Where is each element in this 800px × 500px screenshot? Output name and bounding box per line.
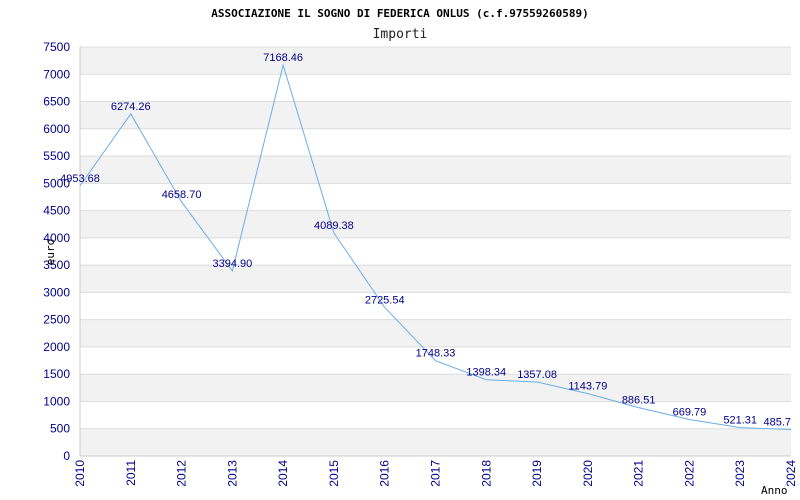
y-tick-label: 4500 <box>43 204 70 218</box>
x-tick-label: 2021 <box>632 460 646 487</box>
x-tick-label: 2019 <box>530 460 544 487</box>
x-tick-label: 2016 <box>378 460 392 487</box>
y-tick-label: 7500 <box>43 40 70 54</box>
y-tick-label: 2000 <box>43 340 70 354</box>
data-label: 886.51 <box>622 395 656 407</box>
grid-bands <box>80 47 791 456</box>
y-tick-label: 6000 <box>43 122 70 136</box>
data-label: 4658.70 <box>162 189 202 201</box>
data-label: 6274.26 <box>111 101 151 113</box>
y-tick-label: 6500 <box>43 95 70 109</box>
grid-band <box>80 319 791 347</box>
data-label: 3394.90 <box>212 258 252 270</box>
y-tick-label: 2500 <box>43 313 70 327</box>
y-tick-label: 1500 <box>43 367 70 381</box>
data-label: 1357.08 <box>517 369 557 381</box>
chart: ASSOCIAZIONE IL SOGNO DI FEDERICA ONLUS … <box>43 7 798 497</box>
data-label: 4953.68 <box>60 173 100 185</box>
x-tick-label: 2014 <box>276 460 290 487</box>
data-label: 669.79 <box>673 406 707 418</box>
y-tick-label: 0 <box>63 449 70 463</box>
x-tick-label: 2018 <box>479 460 493 487</box>
chart-subtitle: Importi <box>373 27 428 42</box>
x-tick-label: 2015 <box>327 460 341 487</box>
x-tick-label: 2012 <box>175 460 189 487</box>
x-tick-label: 2010 <box>73 460 87 487</box>
data-label: 2725.54 <box>365 294 405 306</box>
chart-title: ASSOCIAZIONE IL SOGNO DI FEDERICA ONLUS … <box>211 7 589 20</box>
y-tick-label: 3000 <box>43 285 70 299</box>
x-tick-label: 2020 <box>581 460 595 487</box>
data-label: 7168.46 <box>263 52 303 64</box>
y-tick-label: 500 <box>50 422 70 436</box>
x-axis-label: Anno <box>761 484 788 497</box>
data-label: 1398.34 <box>466 367 506 379</box>
data-label: 521.31 <box>723 415 757 427</box>
data-label: 1143.79 <box>568 381 607 393</box>
grid-band <box>80 156 791 184</box>
data-label: 485.7 <box>763 417 791 429</box>
x-tick-label: 2024 <box>784 460 798 487</box>
y-tick-label: 5500 <box>43 149 70 163</box>
x-tick-label: 2023 <box>733 460 747 487</box>
y-tick-label: 1000 <box>43 394 70 408</box>
x-tick-label: 2013 <box>225 460 239 487</box>
data-label: 1748.33 <box>416 348 456 360</box>
y-tick-label: 7000 <box>43 67 70 81</box>
grid-band <box>80 265 791 293</box>
x-tick-labels: 2010 2011 2012 2013 2014 2015 2016 2017 2018 2019… <box>73 460 798 487</box>
x-tick-label: 2017 <box>429 460 443 487</box>
grid-band <box>80 428 791 456</box>
x-tick-label: 2022 <box>682 460 696 487</box>
grid-band <box>80 210 791 238</box>
grid-band <box>80 47 791 75</box>
grid-band <box>80 374 791 402</box>
x-tick-label: 2011 <box>124 460 138 486</box>
y-axis-label: euro <box>44 239 57 266</box>
data-label: 4089.38 <box>314 220 354 232</box>
grid-band <box>80 101 791 129</box>
